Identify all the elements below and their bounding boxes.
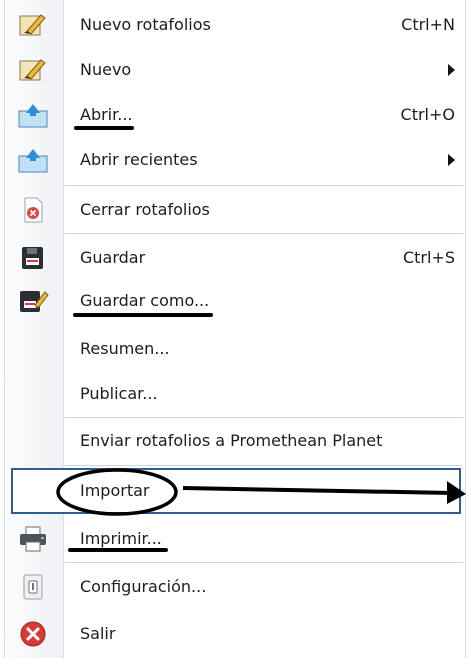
annotation-circle: [56, 468, 178, 516]
annotation-overlay: [56, 468, 466, 516]
annotation-arrow: [182, 486, 453, 495]
annotation-arrowhead: [447, 481, 466, 504]
